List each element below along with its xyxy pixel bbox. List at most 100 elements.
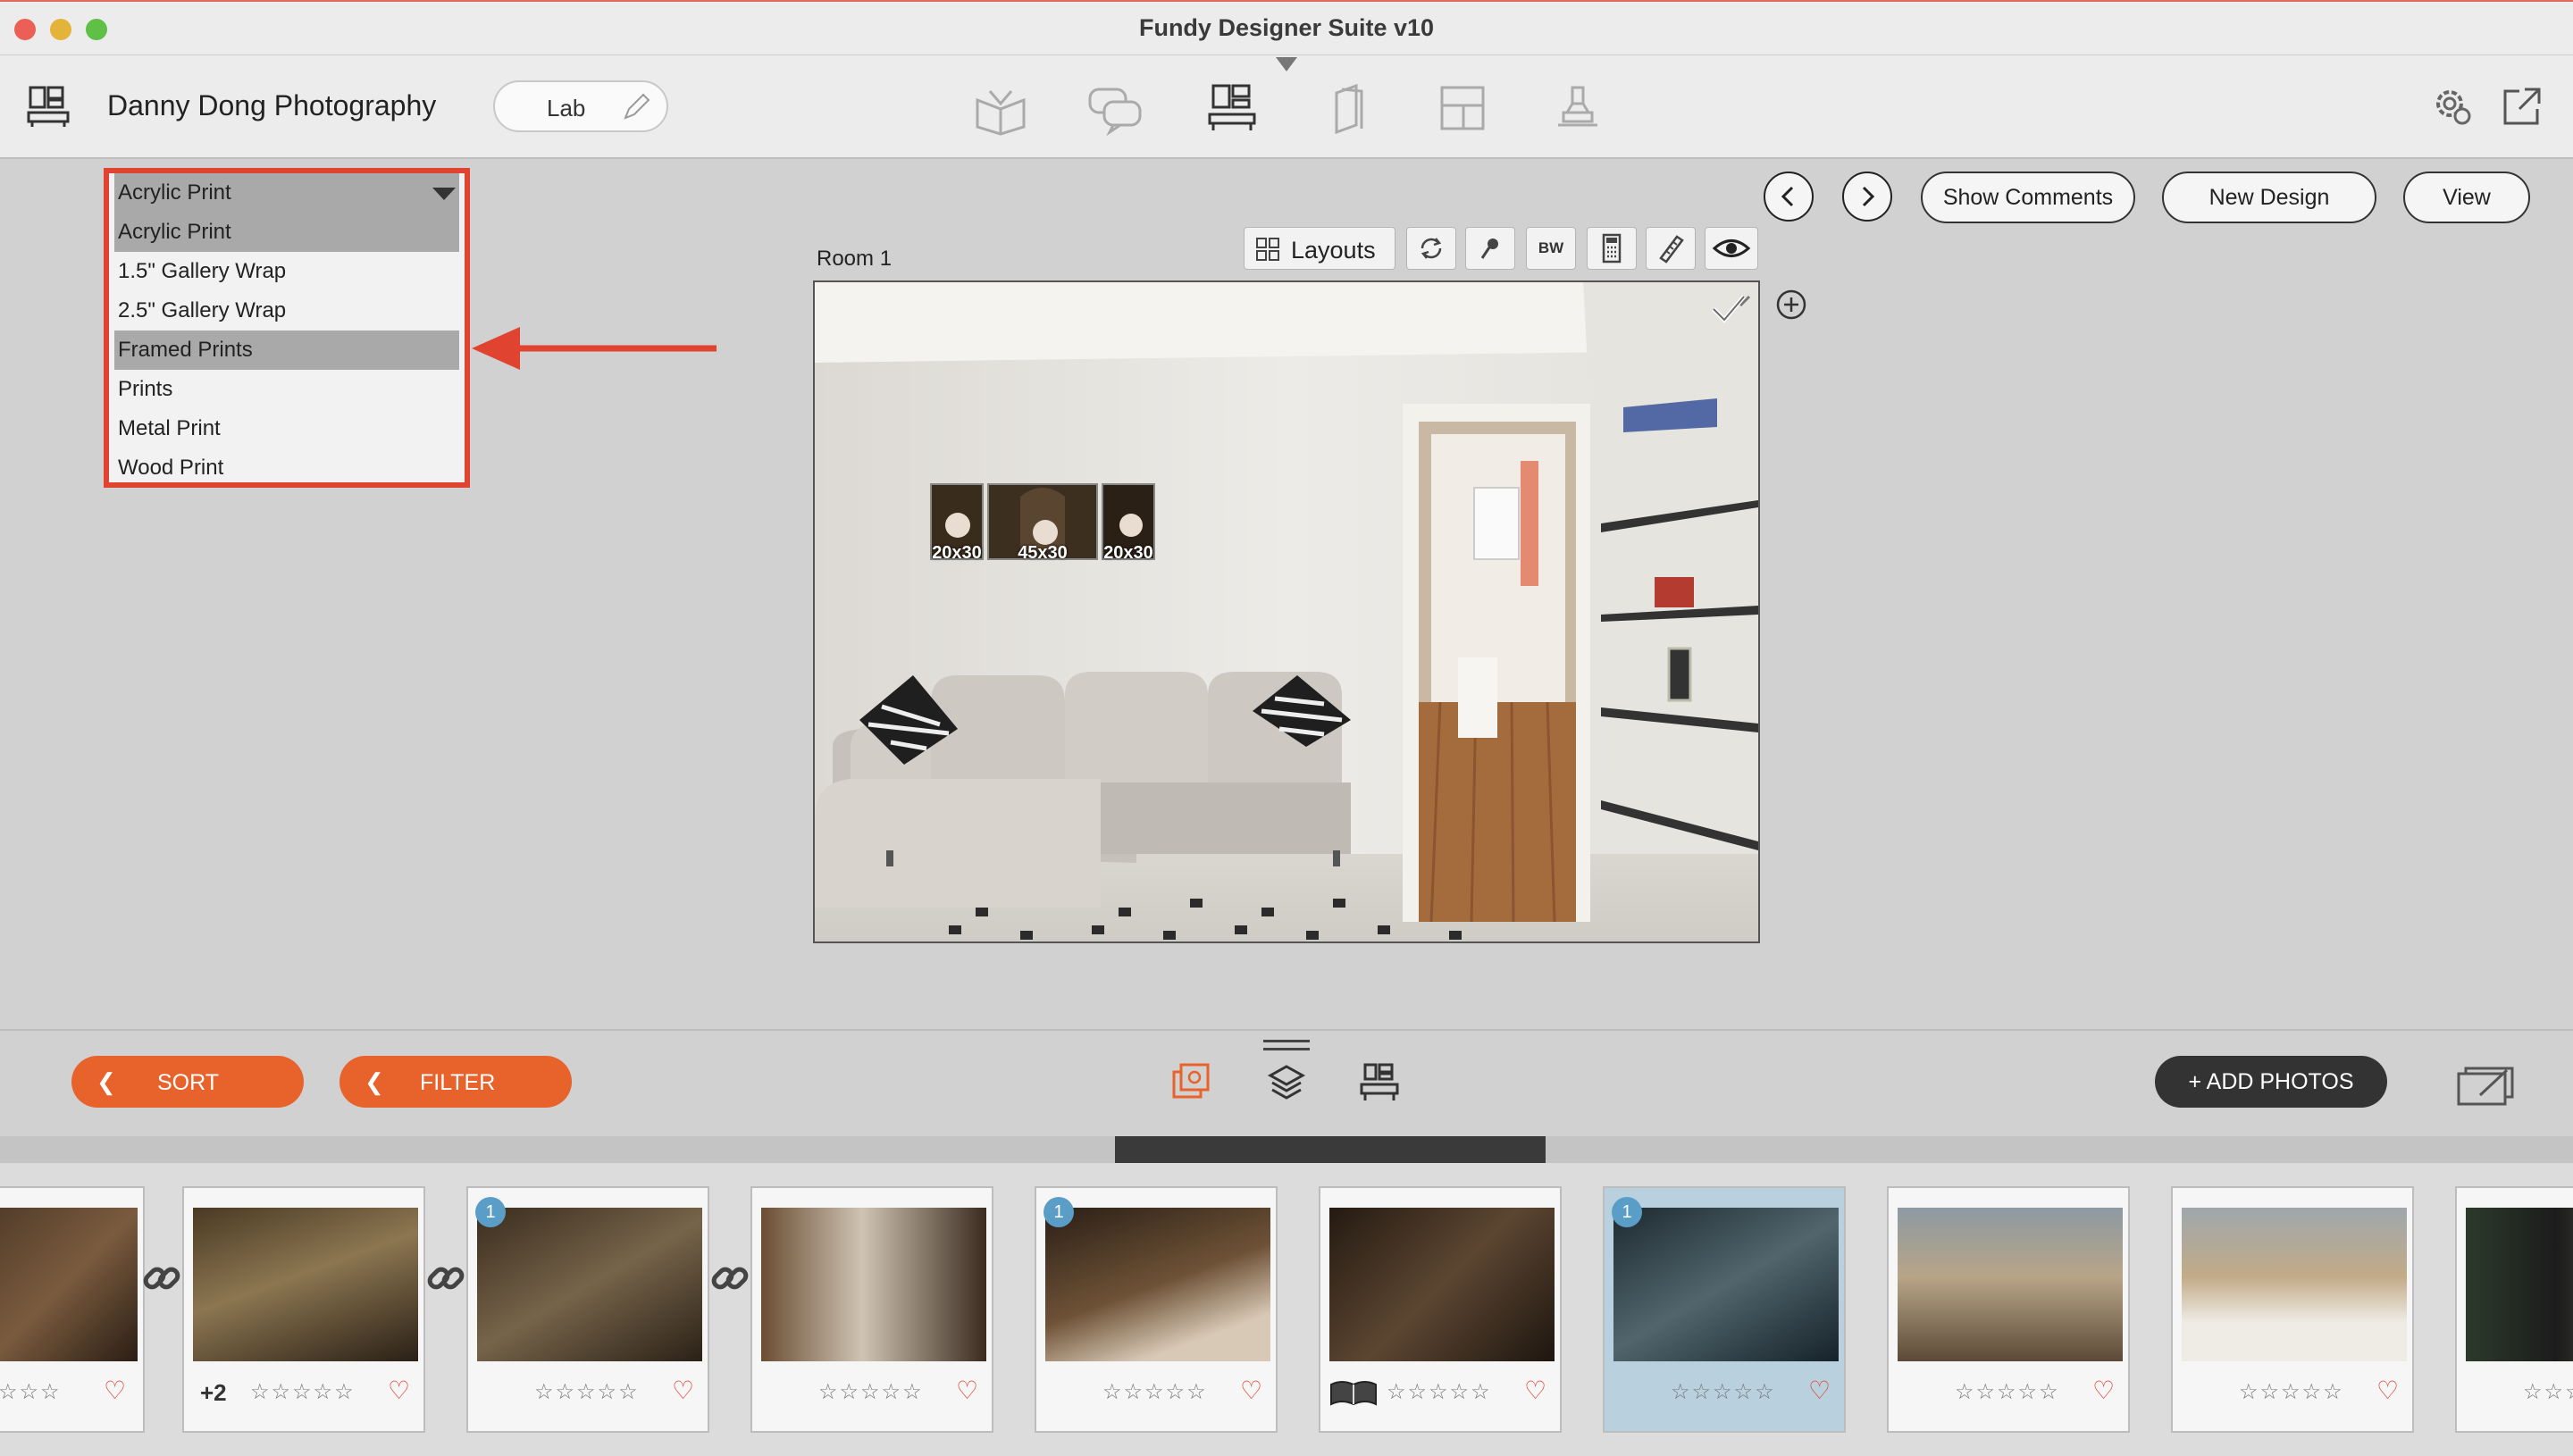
sort-label: SORT xyxy=(157,1070,219,1095)
checkmark-icon xyxy=(1708,291,1749,331)
photo-card[interactable]: ☆☆☆☆☆ ♡ xyxy=(2171,1186,2414,1433)
dropdown-option-wood-print[interactable]: Wood Print xyxy=(114,448,459,488)
ruler-button[interactable] xyxy=(1646,227,1696,270)
rotate-button[interactable] xyxy=(1406,227,1456,270)
photo-card[interactable]: ☆☆☆☆☆ ♡ xyxy=(1319,1186,1562,1433)
usage-badge: 1 xyxy=(1612,1197,1642,1227)
photo-card[interactable]: ☆☆☆☆☆ ♡ xyxy=(1887,1186,2130,1433)
add-room-button[interactable] xyxy=(1774,288,1808,322)
photo-thumbnail[interactable] xyxy=(2466,1208,2573,1361)
new-design-button[interactable]: New Design xyxy=(2162,172,2376,223)
star-rating[interactable]: ☆☆☆☆☆ xyxy=(1955,1379,2060,1405)
add-photos-button[interactable]: + ADD PHOTOS xyxy=(2155,1056,2387,1108)
star-rating[interactable]: ☆☆☆☆☆ xyxy=(1387,1379,1492,1405)
cards-icon[interactable] xyxy=(1320,82,1378,136)
dropdown-option-acrylic-print[interactable]: Acrylic Print xyxy=(114,213,459,252)
heart-icon[interactable]: ♡ xyxy=(2092,1376,2115,1405)
photo-thumbnail[interactable] xyxy=(1613,1208,1839,1361)
heart-icon[interactable]: ♡ xyxy=(104,1376,126,1405)
pin-button[interactable] xyxy=(1465,227,1515,270)
proofing-icon[interactable] xyxy=(1086,82,1144,137)
view-button[interactable]: View xyxy=(2403,172,2530,223)
settings-gear-icon[interactable] xyxy=(2430,84,2475,129)
link-icon[interactable] xyxy=(708,1256,752,1301)
sort-button[interactable]: ❮ SORT xyxy=(71,1056,304,1108)
star-rating[interactable]: ☆☆☆☆☆ xyxy=(534,1379,640,1405)
pin-icon xyxy=(1480,238,1498,259)
room-preview[interactable]: 20x30 45x30 20x30 xyxy=(813,280,1760,943)
dropdown-option-gallery-wrap-25[interactable]: 2.5" Gallery Wrap xyxy=(114,291,459,331)
star-rating[interactable]: ☆☆☆☆☆ xyxy=(2239,1379,2344,1405)
print-size-label: 20x30 xyxy=(1103,543,1153,563)
heart-icon[interactable]: ♡ xyxy=(672,1376,694,1405)
layouts-button[interactable]: Layouts xyxy=(1244,227,1395,270)
external-window-icon[interactable] xyxy=(2500,84,2544,129)
layers-icon[interactable] xyxy=(1265,1061,1308,1104)
scrollbar-thumb[interactable] xyxy=(1115,1136,1546,1163)
wall-designer-icon[interactable] xyxy=(1204,82,1261,136)
photo-thumbnail[interactable] xyxy=(2182,1208,2407,1361)
photo-thumbnail[interactable] xyxy=(0,1208,138,1361)
link-icon[interactable] xyxy=(139,1256,184,1301)
dropdown-option-framed-prints[interactable]: Framed Prints xyxy=(114,331,459,370)
usage-badge: 1 xyxy=(1043,1197,1074,1227)
black-white-button[interactable]: BW xyxy=(1526,227,1576,270)
filmstrip-scrollbar[interactable] xyxy=(0,1136,2573,1163)
star-rating[interactable]: ☆☆☆☆☆ xyxy=(2523,1379,2573,1405)
bottom-bar: ❮ SORT ❮ FILTER + ADD PHOTOS xyxy=(0,1029,2573,1138)
wall-room-icon[interactable] xyxy=(1358,1061,1401,1104)
photo-card[interactable]: +2 ☆☆☆☆☆ ♡ xyxy=(182,1186,425,1433)
photo-thumbnail[interactable] xyxy=(477,1208,702,1361)
photo-card[interactable]: 1 ☆☆☆☆☆ ♡ xyxy=(466,1186,709,1433)
lab-selector-button[interactable]: Lab xyxy=(493,80,668,132)
filter-button[interactable]: ❮ FILTER xyxy=(339,1056,572,1108)
heart-icon[interactable]: ♡ xyxy=(2376,1376,2399,1405)
heart-icon[interactable]: ♡ xyxy=(388,1376,410,1405)
album-designer-icon[interactable] xyxy=(972,82,1029,136)
heart-icon[interactable]: ♡ xyxy=(1240,1376,1262,1405)
window-title: Fundy Designer Suite v10 xyxy=(1138,14,1435,41)
pencil-icon xyxy=(620,91,652,128)
previous-button[interactable] xyxy=(1764,172,1814,222)
annotation-arrow xyxy=(470,323,720,373)
dropdown-option-prints[interactable]: Prints xyxy=(114,370,459,409)
heart-icon[interactable]: ♡ xyxy=(956,1376,978,1405)
wall-room-icon[interactable] xyxy=(25,84,75,129)
layouts-label: Layouts xyxy=(1291,237,1376,264)
photos-icon[interactable] xyxy=(1170,1061,1213,1104)
photo-thumbnail[interactable] xyxy=(1898,1208,2123,1361)
active-mode-indicator xyxy=(1276,57,1297,71)
photo-thumbnail[interactable] xyxy=(193,1208,418,1361)
photo-card[interactable]: ☆☆☆☆☆ ♡ xyxy=(750,1186,993,1433)
photo-thumbnail[interactable] xyxy=(1045,1208,1270,1361)
star-rating[interactable]: ☆☆☆☆☆ xyxy=(1671,1379,1776,1405)
photo-thumbnail[interactable] xyxy=(761,1208,986,1361)
dropdown-option-metal-print[interactable]: Metal Print xyxy=(114,409,459,448)
show-comments-button[interactable]: Show Comments xyxy=(1921,172,2135,223)
heart-icon[interactable]: ♡ xyxy=(1524,1376,1546,1405)
dropdown-option-gallery-wrap-15[interactable]: 1.5" Gallery Wrap xyxy=(114,252,459,291)
next-button[interactable] xyxy=(1842,172,1892,222)
heart-icon[interactable]: ♡ xyxy=(1808,1376,1831,1405)
star-rating[interactable]: ☆☆☆☆☆ xyxy=(818,1379,924,1405)
expand-view-icon[interactable] xyxy=(2455,1061,2518,1109)
product-dropdown[interactable]: Acrylic Print Acrylic Print 1.5" Gallery… xyxy=(104,168,470,488)
star-rating[interactable]: ☆☆☆☆☆ xyxy=(250,1379,356,1405)
stamp-icon[interactable] xyxy=(1549,82,1606,136)
photo-card[interactable]: 1 ☆☆☆☆☆ ♡ xyxy=(1035,1186,1278,1433)
calculator-button[interactable] xyxy=(1587,227,1637,270)
link-icon[interactable] xyxy=(423,1256,468,1301)
layouts-icon[interactable] xyxy=(1435,82,1492,136)
photo-card[interactable]: ☆☆☆ ♡ xyxy=(0,1186,145,1433)
studio-name: Danny Dong Photography xyxy=(107,89,437,121)
photo-card[interactable]: ☆☆☆☆☆ xyxy=(2455,1186,2573,1433)
preview-button[interactable] xyxy=(1705,227,1758,270)
photo-thumbnail[interactable] xyxy=(1329,1208,1555,1361)
photo-card-selected[interactable]: 1 ☆☆☆☆☆ ♡ xyxy=(1603,1186,1846,1433)
dropdown-selected-value[interactable]: Acrylic Print xyxy=(114,173,459,213)
resize-handle[interactable] xyxy=(1263,1040,1310,1050)
filter-label: FILTER xyxy=(420,1070,496,1095)
star-rating[interactable]: ☆☆☆ xyxy=(0,1379,62,1405)
title-bar: Fundy Designer Suite v10 xyxy=(0,0,2573,55)
star-rating[interactable]: ☆☆☆☆☆ xyxy=(1102,1379,1208,1405)
